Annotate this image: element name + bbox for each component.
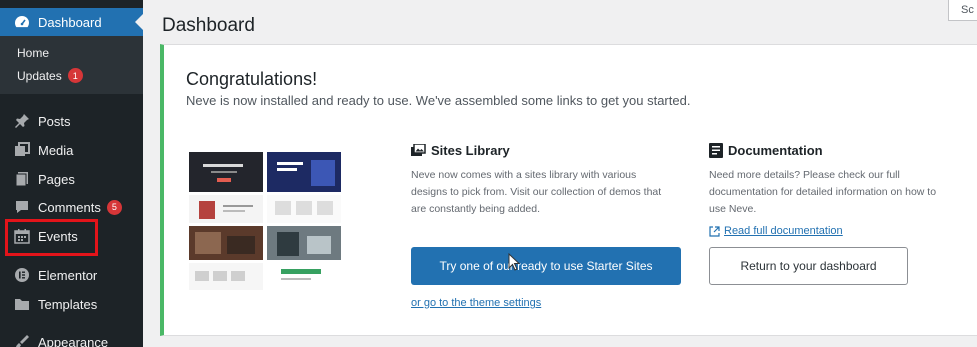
mouse-cursor-icon xyxy=(508,253,520,271)
sidebar-item-label: Comments xyxy=(38,199,101,215)
text-line: are constantly being added. xyxy=(411,203,541,215)
sidebar-item-templates[interactable]: Templates xyxy=(0,290,143,318)
events-highlight-box xyxy=(5,219,98,256)
submenu-label: Home xyxy=(17,46,50,60)
sidebar-item-label: Posts xyxy=(38,113,71,129)
dashboard-submenu: Home Updates 1 xyxy=(0,36,143,94)
comment-icon xyxy=(14,199,30,215)
text-line: Neve now comes with a sites library with… xyxy=(411,169,637,181)
sidebar-item-label: Templates xyxy=(38,296,98,312)
comments-count-badge: 5 xyxy=(106,199,122,215)
sidebar-item-label: Appearance xyxy=(38,334,109,347)
folder-icon xyxy=(14,296,30,312)
screen-options-button[interactable]: Sc xyxy=(948,0,977,21)
sidebar-item-label: Dashboard xyxy=(38,14,102,30)
text-line: use Neve. xyxy=(709,203,757,215)
read-documentation-label: Read full documentation xyxy=(724,225,843,237)
theme-settings-link[interactable]: or go to the theme settings xyxy=(411,297,541,309)
pages-icon xyxy=(14,171,30,187)
document-icon xyxy=(709,143,723,158)
text-line: designs to pick from. Visit our collecti… xyxy=(411,186,662,198)
documentation-title: Documentation xyxy=(728,143,823,158)
brush-icon xyxy=(14,334,30,347)
submenu-item-home[interactable]: Home xyxy=(17,46,49,60)
welcome-notice: Congratulations! Neve is now installed a… xyxy=(160,44,977,336)
sidebar-item-label: Media xyxy=(38,142,74,158)
dashboard-icon xyxy=(14,14,30,30)
sidebar-item-posts[interactable]: Posts xyxy=(0,107,143,135)
sites-library-title: Sites Library xyxy=(431,143,510,158)
submenu-label: Updates xyxy=(17,68,62,83)
sidebar-item-pages[interactable]: Pages xyxy=(0,165,143,193)
text-line: Need more details? Please check our full xyxy=(709,169,900,181)
notice-title: Congratulations! xyxy=(186,69,318,89)
sidebar-item-label: Pages xyxy=(38,171,75,187)
sidebar-item-comments[interactable]: Comments 5 xyxy=(0,193,143,221)
notice-description: Neve is now installed and ready to use. … xyxy=(186,93,691,108)
updates-count-badge: 1 xyxy=(67,68,83,83)
sidebar-item-elementor[interactable]: Elementor xyxy=(0,261,143,289)
sidebar-item-media[interactable]: Media xyxy=(0,136,143,164)
page-title: Dashboard xyxy=(162,15,255,36)
documentation-heading: Documentation xyxy=(709,143,823,158)
submenu-item-updates[interactable]: Updates 1 xyxy=(17,68,83,83)
sidebar-item-appearance[interactable]: Appearance xyxy=(0,328,143,347)
sites-library-description: Neve now comes with a sites library with… xyxy=(411,167,661,218)
media-icon xyxy=(14,142,30,158)
starter-sites-button[interactable]: Try one of our ready to use Starter Site… xyxy=(411,247,681,285)
sidebar-item-dashboard[interactable]: Dashboard xyxy=(0,8,143,36)
documentation-description: Need more details? Please check our full… xyxy=(709,167,936,218)
sidebar-item-label: Elementor xyxy=(38,267,98,283)
images-icon xyxy=(411,144,426,157)
return-to-dashboard-button[interactable]: Return to your dashboard xyxy=(709,247,908,285)
starter-sites-preview-image xyxy=(189,152,341,290)
external-link-icon xyxy=(709,225,720,237)
elementor-icon xyxy=(14,267,30,283)
pin-icon xyxy=(14,113,30,129)
admin-sidebar: Dashboard Home Updates 1 Posts Media Pag… xyxy=(0,0,143,347)
text-line: documentation for detailed information o… xyxy=(709,186,937,198)
sites-library-heading: Sites Library xyxy=(411,143,510,158)
read-documentation-link[interactable]: Read full documentation xyxy=(709,225,843,237)
